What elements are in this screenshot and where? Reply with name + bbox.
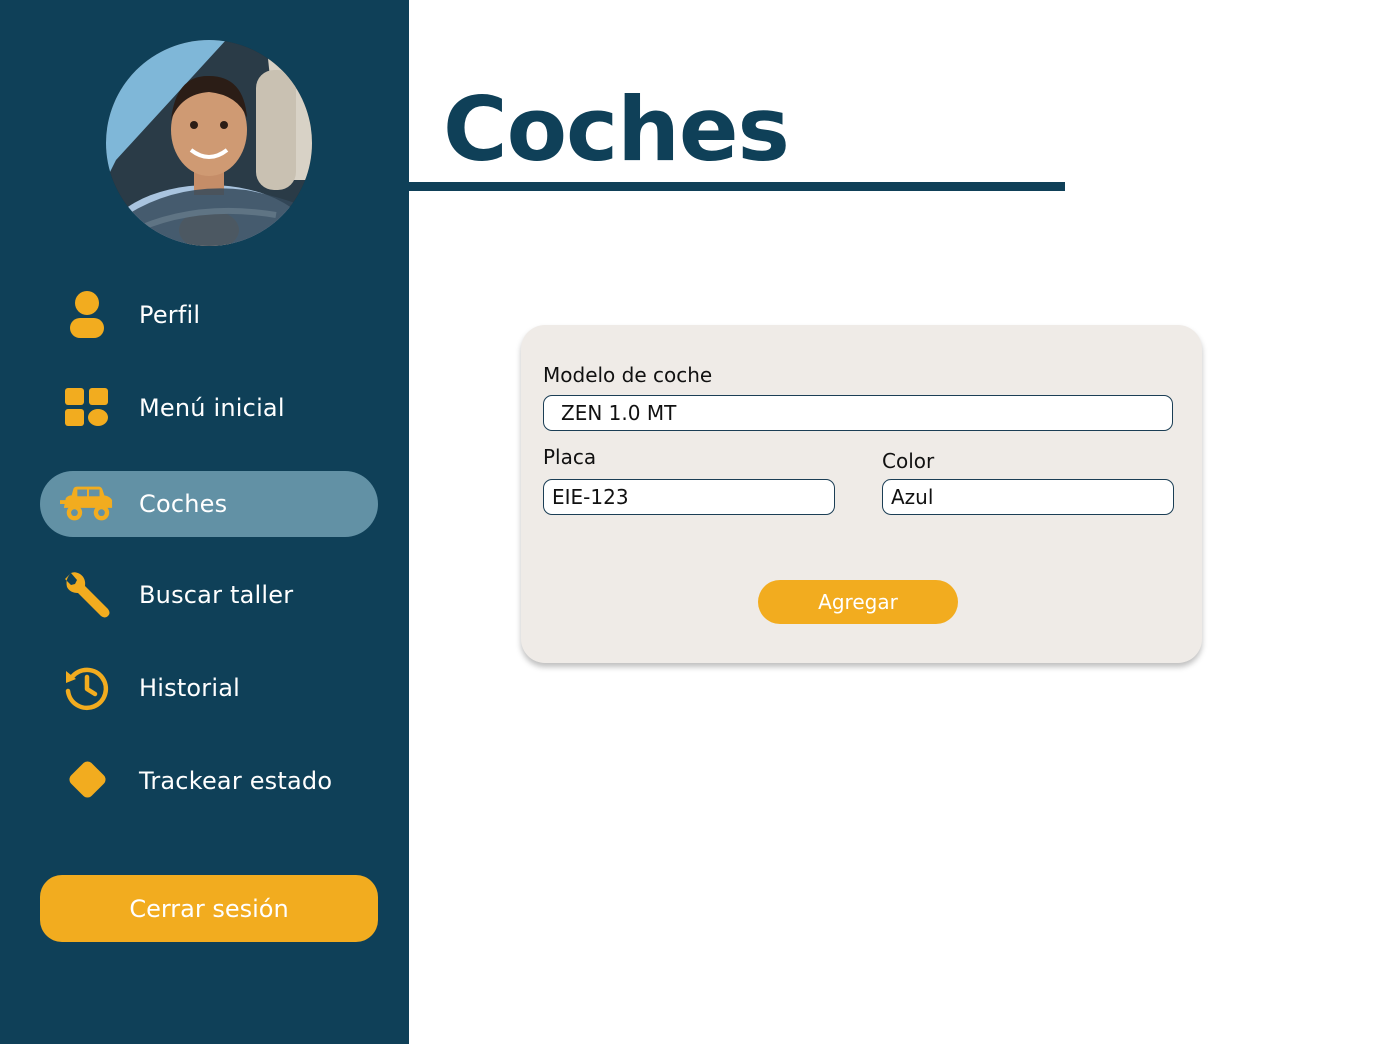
sidebar-item-buscar-taller[interactable]: Buscar taller (40, 562, 378, 628)
grid-icon (60, 381, 114, 435)
plate-label: Placa (543, 445, 597, 469)
sidebar-item-trackear-estado[interactable]: Trackear estado (40, 748, 378, 814)
logout-button[interactable]: Cerrar sesión (40, 875, 378, 942)
add-car-form: Modelo de coche Placa Color Agregar (521, 325, 1202, 663)
sidebar-item-coches[interactable]: Coches (40, 471, 378, 537)
sidebar-item-label: Historial (139, 674, 241, 702)
model-label: Modelo de coche (543, 363, 713, 387)
avatar (106, 40, 312, 246)
sidebar-item-label: Buscar taller (139, 581, 294, 609)
sidebar-item-menu-inicial[interactable]: Menú inicial (40, 375, 378, 441)
car-icon (60, 477, 114, 531)
sidebar-item-label: Trackear estado (139, 767, 333, 795)
sidebar-item-historial[interactable]: Historial (40, 655, 378, 721)
plate-input[interactable] (543, 479, 835, 515)
color-input[interactable] (882, 479, 1174, 515)
sidebar-item-label: Perfil (139, 301, 201, 329)
color-label: Color (882, 449, 935, 473)
sidebar-item-perfil[interactable]: Perfil (40, 282, 378, 348)
page-title: Coches (443, 78, 790, 181)
add-button[interactable]: Agregar (758, 580, 958, 624)
sidebar: Perfil Menú inicial Coches Buscar taller… (0, 0, 409, 1044)
app-root: Perfil Menú inicial Coches Buscar taller… (0, 0, 1379, 1044)
sidebar-item-label: Coches (139, 490, 228, 518)
model-input[interactable] (543, 395, 1173, 431)
user-icon (60, 288, 114, 342)
sidebar-item-label: Menú inicial (139, 394, 285, 422)
title-divider (409, 182, 1065, 191)
wrench-icon (60, 568, 114, 622)
history-icon (60, 661, 114, 715)
diamond-icon (60, 754, 114, 808)
